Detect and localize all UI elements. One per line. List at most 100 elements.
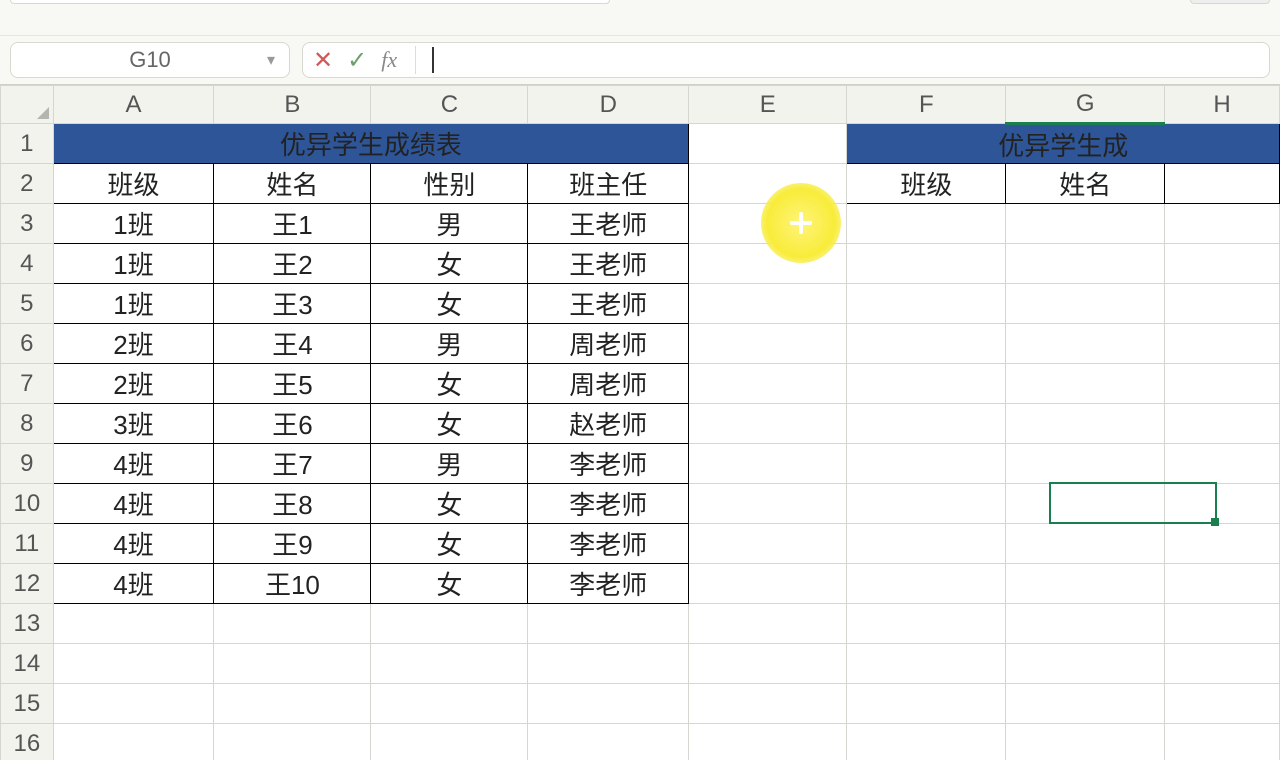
row-header-3[interactable]: 3 (1, 204, 54, 244)
cell-D15[interactable] (528, 684, 689, 724)
cell-G3[interactable] (1006, 204, 1165, 244)
cell-G15[interactable] (1006, 684, 1165, 724)
cell-E3[interactable] (689, 204, 847, 244)
cell-B7[interactable]: 王5 (214, 364, 371, 404)
cell-G2[interactable]: 姓名 (1006, 164, 1165, 204)
col-header-H[interactable]: H (1165, 86, 1280, 124)
cell-F11[interactable] (847, 524, 1006, 564)
cell-A12[interactable]: 4班 (53, 564, 214, 604)
cell-G14[interactable] (1006, 644, 1165, 684)
cell-H14[interactable] (1165, 644, 1280, 684)
select-all-corner[interactable] (1, 86, 54, 124)
cell-F8[interactable] (847, 404, 1006, 444)
cell-C15[interactable] (371, 684, 528, 724)
row-header-9[interactable]: 9 (1, 444, 54, 484)
cell-C4[interactable]: 女 (371, 244, 528, 284)
cell-E10[interactable] (689, 484, 847, 524)
cell-A9[interactable]: 4班 (53, 444, 214, 484)
cell-G8[interactable] (1006, 404, 1165, 444)
col-header-A[interactable]: A (53, 86, 214, 124)
row-header-13[interactable]: 13 (1, 604, 54, 644)
cell-B10[interactable]: 王8 (214, 484, 371, 524)
cell-A5[interactable]: 1班 (53, 284, 214, 324)
cell-E9[interactable] (689, 444, 847, 484)
cell-C16[interactable] (371, 724, 528, 760)
cell-C13[interactable] (371, 604, 528, 644)
cell-D14[interactable] (528, 644, 689, 684)
cell-B16[interactable] (214, 724, 371, 760)
cell-A6[interactable]: 2班 (53, 324, 214, 364)
cell-B8[interactable]: 王6 (214, 404, 371, 444)
col-header-E[interactable]: E (689, 86, 847, 124)
cell-E14[interactable] (689, 644, 847, 684)
cell-F16[interactable] (847, 724, 1006, 760)
cell-E7[interactable] (689, 364, 847, 404)
cell-F2[interactable]: 班级 (847, 164, 1006, 204)
cell-B11[interactable]: 王9 (214, 524, 371, 564)
chevron-down-icon[interactable]: ▾ (267, 50, 275, 70)
cell-G11[interactable] (1006, 524, 1165, 564)
cell-A14[interactable] (53, 644, 214, 684)
cell-G10[interactable] (1006, 484, 1165, 524)
sheet-table[interactable]: A B C D E F G H 1优异学生成绩表优异学生成2班级姓名性别班主任班… (0, 85, 1280, 760)
cell-B14[interactable] (214, 644, 371, 684)
cell-F5[interactable] (847, 284, 1006, 324)
cell-H12[interactable] (1165, 564, 1280, 604)
col-header-G[interactable]: G (1006, 86, 1165, 124)
row-header-5[interactable]: 5 (1, 284, 54, 324)
col-header-F[interactable]: F (847, 86, 1006, 124)
cell-A7[interactable]: 2班 (53, 364, 214, 404)
cell-C9[interactable]: 男 (371, 444, 528, 484)
cell-F10[interactable] (847, 484, 1006, 524)
formula-input[interactable] (448, 43, 1259, 77)
cell-E2[interactable] (689, 164, 847, 204)
cell-A8[interactable]: 3班 (53, 404, 214, 444)
name-box[interactable]: G10 ▾ (10, 42, 290, 78)
cell-H13[interactable] (1165, 604, 1280, 644)
cell-E6[interactable] (689, 324, 847, 364)
cell-D8[interactable]: 赵老师 (528, 404, 689, 444)
cell-D12[interactable]: 李老师 (528, 564, 689, 604)
cell-D9[interactable]: 李老师 (528, 444, 689, 484)
cell-C5[interactable]: 女 (371, 284, 528, 324)
row-header-10[interactable]: 10 (1, 484, 54, 524)
cell-C11[interactable]: 女 (371, 524, 528, 564)
cell-E4[interactable] (689, 244, 847, 284)
accept-icon[interactable]: ✓ (347, 46, 367, 75)
cell-D13[interactable] (528, 604, 689, 644)
row-header-1[interactable]: 1 (1, 124, 54, 164)
cell-H15[interactable] (1165, 684, 1280, 724)
cell-G9[interactable] (1006, 444, 1165, 484)
cell-G6[interactable] (1006, 324, 1165, 364)
cell-B12[interactable]: 王10 (214, 564, 371, 604)
cell-B5[interactable]: 王3 (214, 284, 371, 324)
cell-D16[interactable] (528, 724, 689, 760)
cell-E15[interactable] (689, 684, 847, 724)
cell-A10[interactable]: 4班 (53, 484, 214, 524)
cell-B9[interactable]: 王7 (214, 444, 371, 484)
cell-H11[interactable] (1165, 524, 1280, 564)
cell-E11[interactable] (689, 524, 847, 564)
cell-F9[interactable] (847, 444, 1006, 484)
row-header-16[interactable]: 16 (1, 724, 54, 760)
cell-E8[interactable] (689, 404, 847, 444)
cell-D4[interactable]: 王老师 (528, 244, 689, 284)
cell-H9[interactable] (1165, 444, 1280, 484)
row-header-8[interactable]: 8 (1, 404, 54, 444)
col-header-B[interactable]: B (214, 86, 371, 124)
col-header-D[interactable]: D (528, 86, 689, 124)
cell-G13[interactable] (1006, 604, 1165, 644)
cell-G12[interactable] (1006, 564, 1165, 604)
cell-C6[interactable]: 男 (371, 324, 528, 364)
row-header-11[interactable]: 11 (1, 524, 54, 564)
cell-A13[interactable] (53, 604, 214, 644)
cancel-icon[interactable]: ✕ (313, 46, 333, 75)
cell-E5[interactable] (689, 284, 847, 324)
row-header-2[interactable]: 2 (1, 164, 54, 204)
col-header-C[interactable]: C (371, 86, 528, 124)
cell-B2[interactable]: 姓名 (214, 164, 371, 204)
cell-H5[interactable] (1165, 284, 1280, 324)
cell-D10[interactable]: 李老师 (528, 484, 689, 524)
cell-D7[interactable]: 周老师 (528, 364, 689, 404)
cell-B3[interactable]: 王1 (214, 204, 371, 244)
